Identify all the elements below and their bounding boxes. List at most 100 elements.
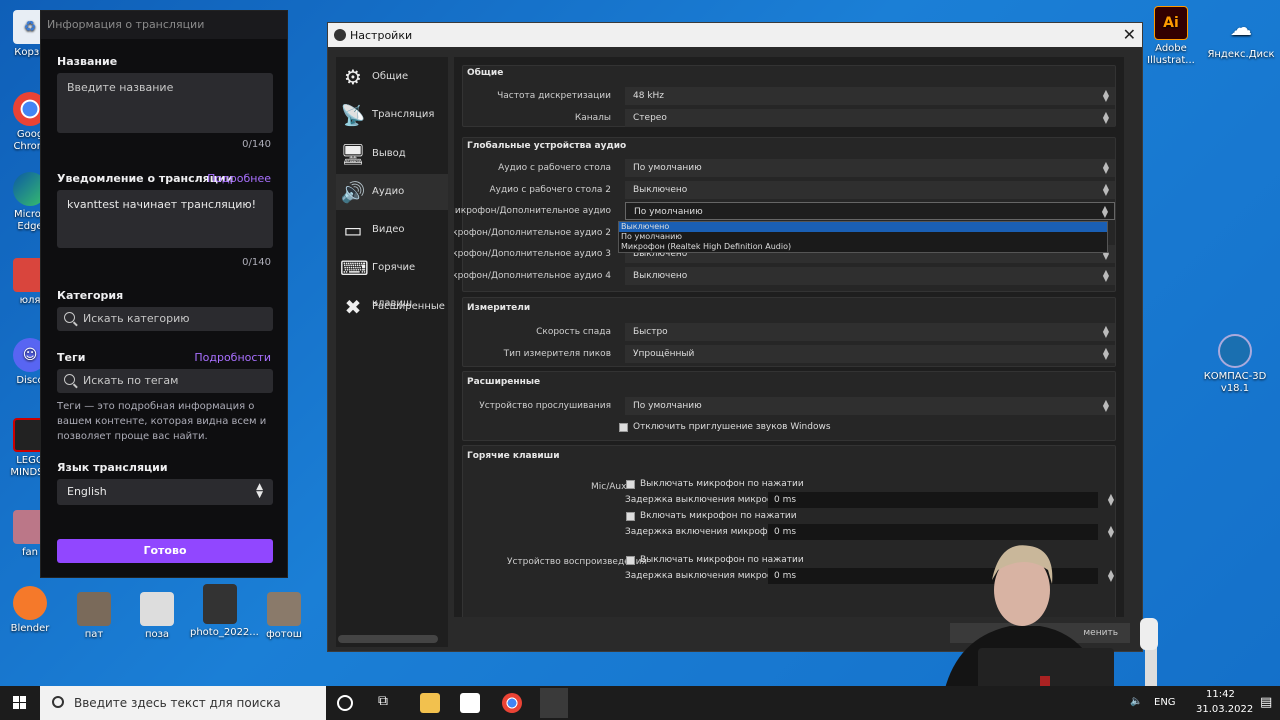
group-global-audio: Глобальные устройства аудио Аудио с рабо… xyxy=(454,137,1116,292)
obs-taskbar-icon[interactable] xyxy=(540,688,568,718)
monitor-icon: ▭ xyxy=(343,218,363,242)
gear-icon: ⚙ xyxy=(344,65,362,89)
updown-icon: ▲▼ xyxy=(1101,204,1108,219)
push-to-mute-checkbox[interactable]: Выключать микрофон по нажатии xyxy=(626,479,804,489)
speaker-icon: 🔊 xyxy=(340,180,366,204)
updown-icon: ▲▼ xyxy=(1102,110,1109,125)
clock-date[interactable]: 31.03.2022 xyxy=(1196,704,1253,715)
ptt-delay-input[interactable]: 0 ms ▲ ▼ xyxy=(768,524,1114,540)
updown-icon: ▲▼ xyxy=(1102,324,1109,339)
title-counter: 0/140 xyxy=(242,139,271,150)
group-meters: Измерители Скорость спада Быстро ▲ ▼ Тип и… xyxy=(462,297,1116,367)
taskbar: Введите здесь текст для поиска ⧉ 🔈 ENG 1… xyxy=(0,686,1280,720)
nav-general[interactable]: ⚙ Общие xyxy=(336,59,448,95)
mic-dropdown-list: Выключено По умолчанию Микрофон (Realtek… xyxy=(618,221,1108,253)
language-indicator[interactable]: ENG xyxy=(1154,697,1176,708)
updown-icon: ▲▼ xyxy=(1102,182,1109,197)
search-icon xyxy=(64,374,75,385)
nav-audio[interactable]: 🔊 Аудио xyxy=(336,174,448,210)
image-icon xyxy=(203,584,237,624)
desktop-icon-yandex-disk[interactable]: ☁ Яндекс.Диск xyxy=(1206,12,1276,61)
desktop-icon-illustrator[interactable]: Ai Adobe Illustrat... xyxy=(1141,6,1201,67)
task-view-icon[interactable]: ⧉ xyxy=(378,693,398,713)
title-label: Название xyxy=(57,55,118,68)
ptm-delay-input[interactable]: 0 ms ▲ ▼ xyxy=(768,492,1114,508)
nav-output[interactable]: 🖥 Вывод xyxy=(336,136,448,172)
push-to-talk-checkbox[interactable]: Включать микрофон по нажатии xyxy=(626,511,797,521)
decay-rate-select[interactable]: Быстро ▲ ▼ xyxy=(625,323,1115,341)
store-icon[interactable] xyxy=(460,693,480,713)
nav-video[interactable]: ▭ Видео xyxy=(336,212,448,248)
horizontal-scrollbar[interactable] xyxy=(338,635,438,643)
peak-meter-select[interactable]: Упрощённый ▲ ▼ xyxy=(625,345,1115,363)
updown-icon: ▲▼ xyxy=(1102,160,1109,175)
desktop-icon-pat[interactable]: пат xyxy=(64,592,124,641)
language-label: Язык трансляции xyxy=(57,461,168,474)
settings-titlebar: Настройки ✕ xyxy=(328,23,1142,47)
desktop-icon-poza[interactable]: поза xyxy=(127,592,187,641)
yandex-disk-icon: ☁ xyxy=(1230,16,1252,41)
dropdown-option-default[interactable]: По умолчанию xyxy=(619,232,1107,242)
windows-icon xyxy=(13,696,26,709)
mic-audio-4-select[interactable]: Выключено ▲ ▼ xyxy=(625,267,1115,285)
broadcast-icon: 📡 xyxy=(340,103,366,127)
desktop-audio-2-select[interactable]: Выключено ▲ ▼ xyxy=(625,181,1115,199)
group-general: Общие Частота дискретизации 48 kHz ▲ ▼ Кан… xyxy=(462,65,1116,127)
nav-hotkeys[interactable]: ⌨ Горячие клавиш xyxy=(336,250,448,309)
updown-icon: ▲▼ xyxy=(1107,524,1114,539)
category-label: Категория xyxy=(57,289,124,302)
tags-search-input[interactable]: Искать по тегам xyxy=(57,369,273,393)
notification-more-link[interactable]: Подробнее xyxy=(207,172,271,185)
mic-audio-select[interactable]: По умолчанию ▲ ▼ xyxy=(625,202,1115,220)
stream-info-panel: Информация о трансляции Название Введите… xyxy=(40,10,288,578)
image-icon xyxy=(77,592,111,626)
updown-icon: ▲▼ xyxy=(1102,268,1109,283)
image-icon xyxy=(267,592,301,626)
search-icon xyxy=(52,696,64,708)
chrome-taskbar-icon[interactable] xyxy=(502,693,522,713)
monitoring-device-select[interactable]: По умолчанию ▲ ▼ xyxy=(625,397,1115,415)
desktop-icon-blender[interactable]: Blender xyxy=(0,586,60,635)
updown-icon: ▲▼ xyxy=(1107,492,1114,507)
volume-icon[interactable]: 🔈 xyxy=(1130,696,1142,707)
start-button[interactable] xyxy=(0,686,40,720)
channels-select[interactable]: Стерео ▲ ▼ xyxy=(625,109,1115,127)
kompas-icon xyxy=(1218,334,1252,368)
tags-help-text: Теги — это подробная информация о вашем … xyxy=(57,401,267,442)
updown-icon: ▲▼ xyxy=(1102,398,1109,413)
checkbox-checked-icon xyxy=(619,423,628,432)
desktop-icon-photo[interactable]: photo_2022... xyxy=(190,584,259,639)
tags-more-link[interactable]: Подробности xyxy=(194,351,271,364)
system-tray: 🔈 ENG 11:42 31.03.2022 ▤ xyxy=(1110,686,1280,720)
nav-stream[interactable]: 📡 Трансляция xyxy=(336,97,448,133)
language-select[interactable]: English ▲ ▼ xyxy=(57,479,273,505)
updown-icon: ▲▼ xyxy=(1102,346,1109,361)
notifications-icon[interactable]: ▤ xyxy=(1260,695,1272,710)
desktop-audio-select[interactable]: По умолчанию ▲ ▼ xyxy=(625,159,1115,177)
dropdown-option-off[interactable]: Выключено xyxy=(619,222,1107,232)
category-search-input[interactable]: Искать категорию xyxy=(57,307,273,331)
clock-time[interactable]: 11:42 xyxy=(1206,689,1235,700)
desktop-icon-kompas[interactable]: КОМПАС-3D v18.1 xyxy=(1198,334,1272,395)
disable-ducking-checkbox[interactable]: Отключить приглушение звуков Windows xyxy=(619,422,831,432)
dropdown-option-realtek[interactable]: Микрофон (Realtek High Definition Audio) xyxy=(619,242,1107,252)
nav-advanced[interactable]: ✖ Расширенные xyxy=(336,289,448,325)
close-icon[interactable]: ✕ xyxy=(1123,25,1136,44)
title-input[interactable]: Введите название xyxy=(57,73,273,133)
group-advanced: Расширенные Устройство прослушивания По … xyxy=(462,371,1116,441)
desktop-icon-photoshop-folder[interactable]: фотош xyxy=(254,592,314,641)
tools-icon: ✖ xyxy=(344,295,362,319)
illustrator-icon: Ai xyxy=(1154,6,1188,40)
output-icon: 🖥 xyxy=(340,142,366,166)
updown-icon: ▲▼ xyxy=(1102,88,1109,103)
tags-label: Теги xyxy=(57,351,86,364)
notification-input[interactable]: kvanttest начинает трансляцию! xyxy=(57,190,273,248)
playback-mute-checkbox[interactable]: Выключать микрофон по нажатии xyxy=(626,555,804,565)
taskbar-search-input[interactable]: Введите здесь текст для поиска xyxy=(40,686,326,720)
notification-counter: 0/140 xyxy=(242,257,271,268)
done-button[interactable]: Готово xyxy=(57,539,273,563)
keyboard-icon: ⌨ xyxy=(340,256,369,280)
cortana-icon[interactable] xyxy=(337,695,353,711)
sample-rate-select[interactable]: 48 kHz ▲ ▼ xyxy=(625,87,1115,105)
explorer-icon[interactable] xyxy=(420,693,440,713)
